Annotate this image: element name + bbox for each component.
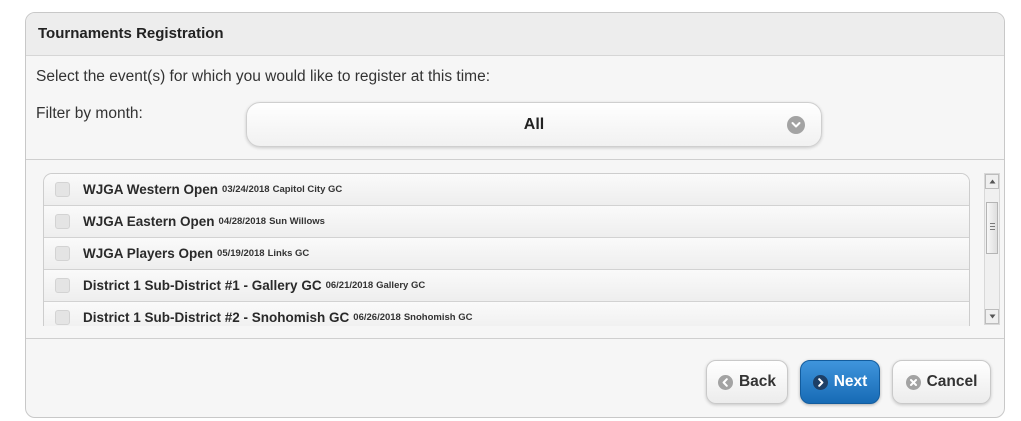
chevron-left-circle-icon [717, 374, 733, 390]
grip-line [990, 229, 995, 230]
event-venue: Gallery GC [376, 280, 426, 291]
chevron-right-circle-icon [812, 374, 828, 390]
cancel-button[interactable]: Cancel [892, 360, 991, 404]
event-checkbox[interactable] [55, 310, 70, 325]
event-checkbox[interactable] [55, 214, 70, 229]
event-list: WJGA Western Open 03/24/2018 Capitol Cit… [43, 173, 970, 326]
action-bar: Back Next Cancel [26, 339, 1004, 417]
month-filter-value: All [523, 116, 545, 133]
grip-line [990, 223, 995, 224]
back-button[interactable]: Back [706, 360, 788, 404]
arrow-down-icon [989, 314, 996, 319]
event-name: WJGA Eastern Open [83, 214, 215, 229]
scroll-thumb[interactable] [986, 202, 998, 254]
scroll-down-button[interactable] [985, 309, 999, 324]
event-venue: Capitol City GC [272, 184, 343, 195]
list-item[interactable]: WJGA Western Open 03/24/2018 Capitol Cit… [44, 174, 969, 206]
event-date: 05/19/2018 [217, 248, 265, 259]
event-checkbox[interactable] [55, 182, 70, 197]
grip-line [990, 226, 995, 227]
event-name: WJGA Western Open [83, 182, 219, 197]
event-checkbox[interactable] [55, 278, 70, 293]
event-date: 04/28/2018 [218, 216, 267, 227]
registration-panel: Tournaments Registration Select the even… [25, 12, 1005, 418]
list-item[interactable]: District 1 Sub-District #1 - Gallery GC … [44, 270, 969, 302]
instruction-text: Select the event(s) for which you would … [36, 68, 491, 85]
close-circle-icon [905, 374, 921, 390]
event-venue: Snohomish GC [403, 312, 473, 323]
list-item[interactable]: WJGA Players Open 05/19/2018 Links GC [44, 238, 969, 270]
event-date: 06/21/2018 [325, 280, 374, 291]
event-name: District 1 Sub-District #1 - Gallery GC [83, 278, 322, 293]
chevron-down-circle-icon [787, 116, 805, 134]
event-checkbox[interactable] [55, 246, 70, 261]
list-item[interactable]: District 1 Sub-District #2 - Snohomish G… [44, 302, 969, 326]
event-list-scrollbar[interactable] [984, 173, 1000, 325]
event-name: District 1 Sub-District #2 - Snohomish G… [83, 310, 350, 325]
back-label: Back [738, 373, 777, 390]
next-button[interactable]: Next [800, 360, 880, 404]
event-date: 03/24/2018 [222, 184, 270, 195]
event-venue: Sun Willows [269, 216, 325, 227]
next-label: Next [833, 373, 868, 390]
panel-title: Tournaments Registration [26, 13, 1004, 56]
list-item[interactable]: WJGA Eastern Open 04/28/2018 Sun Willows [44, 206, 969, 238]
event-name: WJGA Players Open [83, 246, 214, 261]
filter-label: Filter by month: [36, 105, 143, 122]
arrow-up-icon [989, 179, 996, 184]
event-list-area: WJGA Western Open 03/24/2018 Capitol Cit… [26, 159, 1004, 339]
month-filter-select[interactable]: All [246, 102, 822, 147]
event-date: 06/26/2018 [353, 312, 401, 323]
event-venue: Links GC [267, 248, 310, 259]
scroll-up-button[interactable] [985, 174, 999, 189]
cancel-label: Cancel [926, 373, 978, 390]
